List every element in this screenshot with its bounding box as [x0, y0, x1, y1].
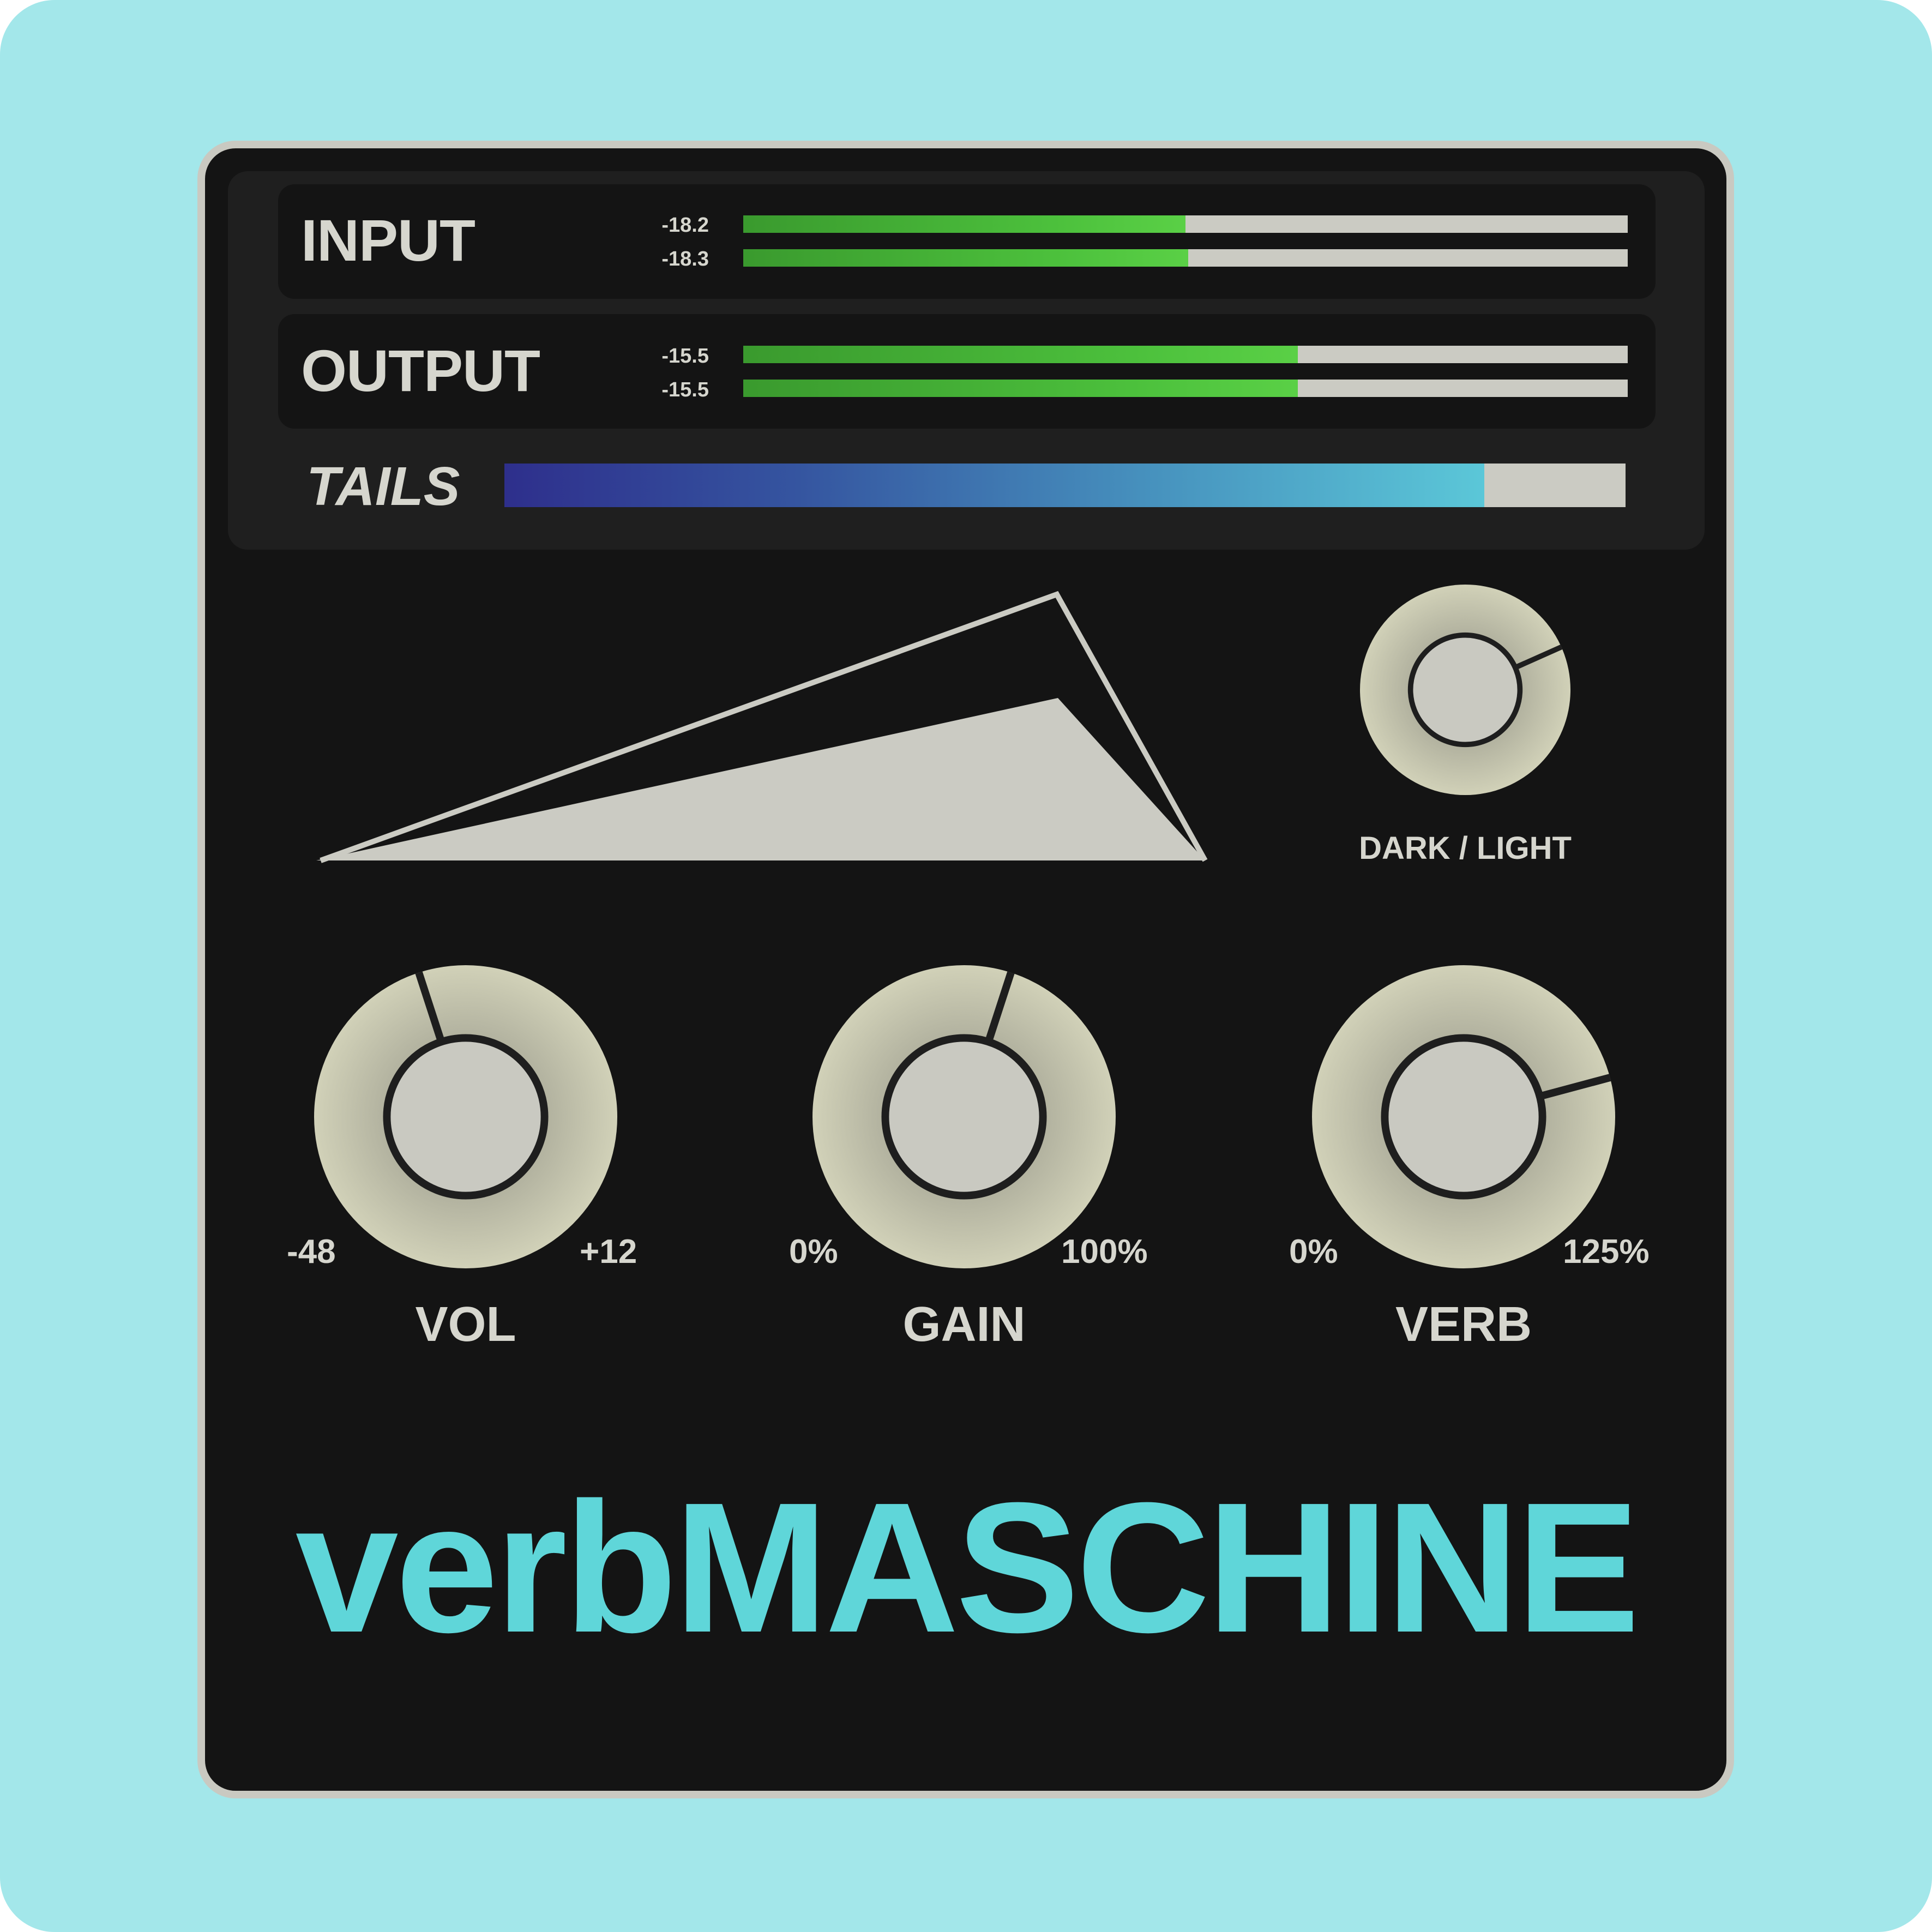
- input-left-meter-fill: [743, 215, 1185, 233]
- input-right-meter-track: [743, 249, 1628, 267]
- vol-max-label: +12: [580, 1233, 637, 1271]
- gain-knob-label: GAIN: [902, 1297, 1026, 1352]
- gain-knob[interactable]: [812, 965, 1116, 1268]
- verb-knob[interactable]: [1312, 965, 1615, 1268]
- knob-cap: [881, 1034, 1047, 1200]
- tails-meter-fill: [504, 464, 1484, 507]
- knob-graphic: [812, 965, 1116, 1268]
- verb-knob-label: VERB: [1395, 1297, 1532, 1352]
- envelope-display: [316, 591, 1208, 863]
- vol-knob-label: VOL: [415, 1297, 516, 1352]
- envelope-fill-shape: [316, 698, 1205, 860]
- input-left-db-readout: -18.2: [661, 214, 709, 237]
- knob-graphic: [1360, 585, 1570, 795]
- input-meter-box: [278, 184, 1656, 299]
- knob-cap: [1407, 632, 1523, 748]
- input-right-meter-fill: [743, 249, 1188, 267]
- output-right-meter-track: [743, 380, 1628, 397]
- gain-max-label: 100%: [1061, 1233, 1148, 1271]
- dark-light-knob[interactable]: [1360, 585, 1570, 795]
- gain-min-label: 0%: [789, 1233, 838, 1271]
- output-left-meter-fill: [743, 346, 1298, 363]
- vol-min-label: -48: [287, 1233, 336, 1271]
- output-right-db-readout: -15.5: [661, 378, 709, 401]
- vol-knob[interactable]: [314, 965, 617, 1268]
- input-meter-label: INPUT: [301, 207, 476, 273]
- brand-title: verbMASCHINE: [295, 1464, 1640, 1671]
- knob-cap: [383, 1034, 549, 1200]
- output-left-db-readout: -15.5: [661, 345, 709, 368]
- output-left-meter-track: [743, 346, 1628, 363]
- verb-min-label: 0%: [1289, 1233, 1338, 1271]
- input-left-meter-track: [743, 215, 1628, 233]
- output-right-meter-fill: [743, 380, 1298, 397]
- tails-meter-track: [504, 464, 1626, 507]
- knob-graphic: [314, 965, 617, 1268]
- knob-graphic: [1312, 965, 1615, 1268]
- tails-meter-label: TAILS: [306, 456, 460, 517]
- output-meter-label: OUTPUT: [301, 338, 540, 404]
- dark-light-knob-label: DARK / LIGHT: [1359, 830, 1572, 866]
- knob-cap: [1381, 1034, 1546, 1200]
- input-right-db-readout: -18.3: [661, 248, 709, 270]
- verb-max-label: 125%: [1563, 1233, 1650, 1271]
